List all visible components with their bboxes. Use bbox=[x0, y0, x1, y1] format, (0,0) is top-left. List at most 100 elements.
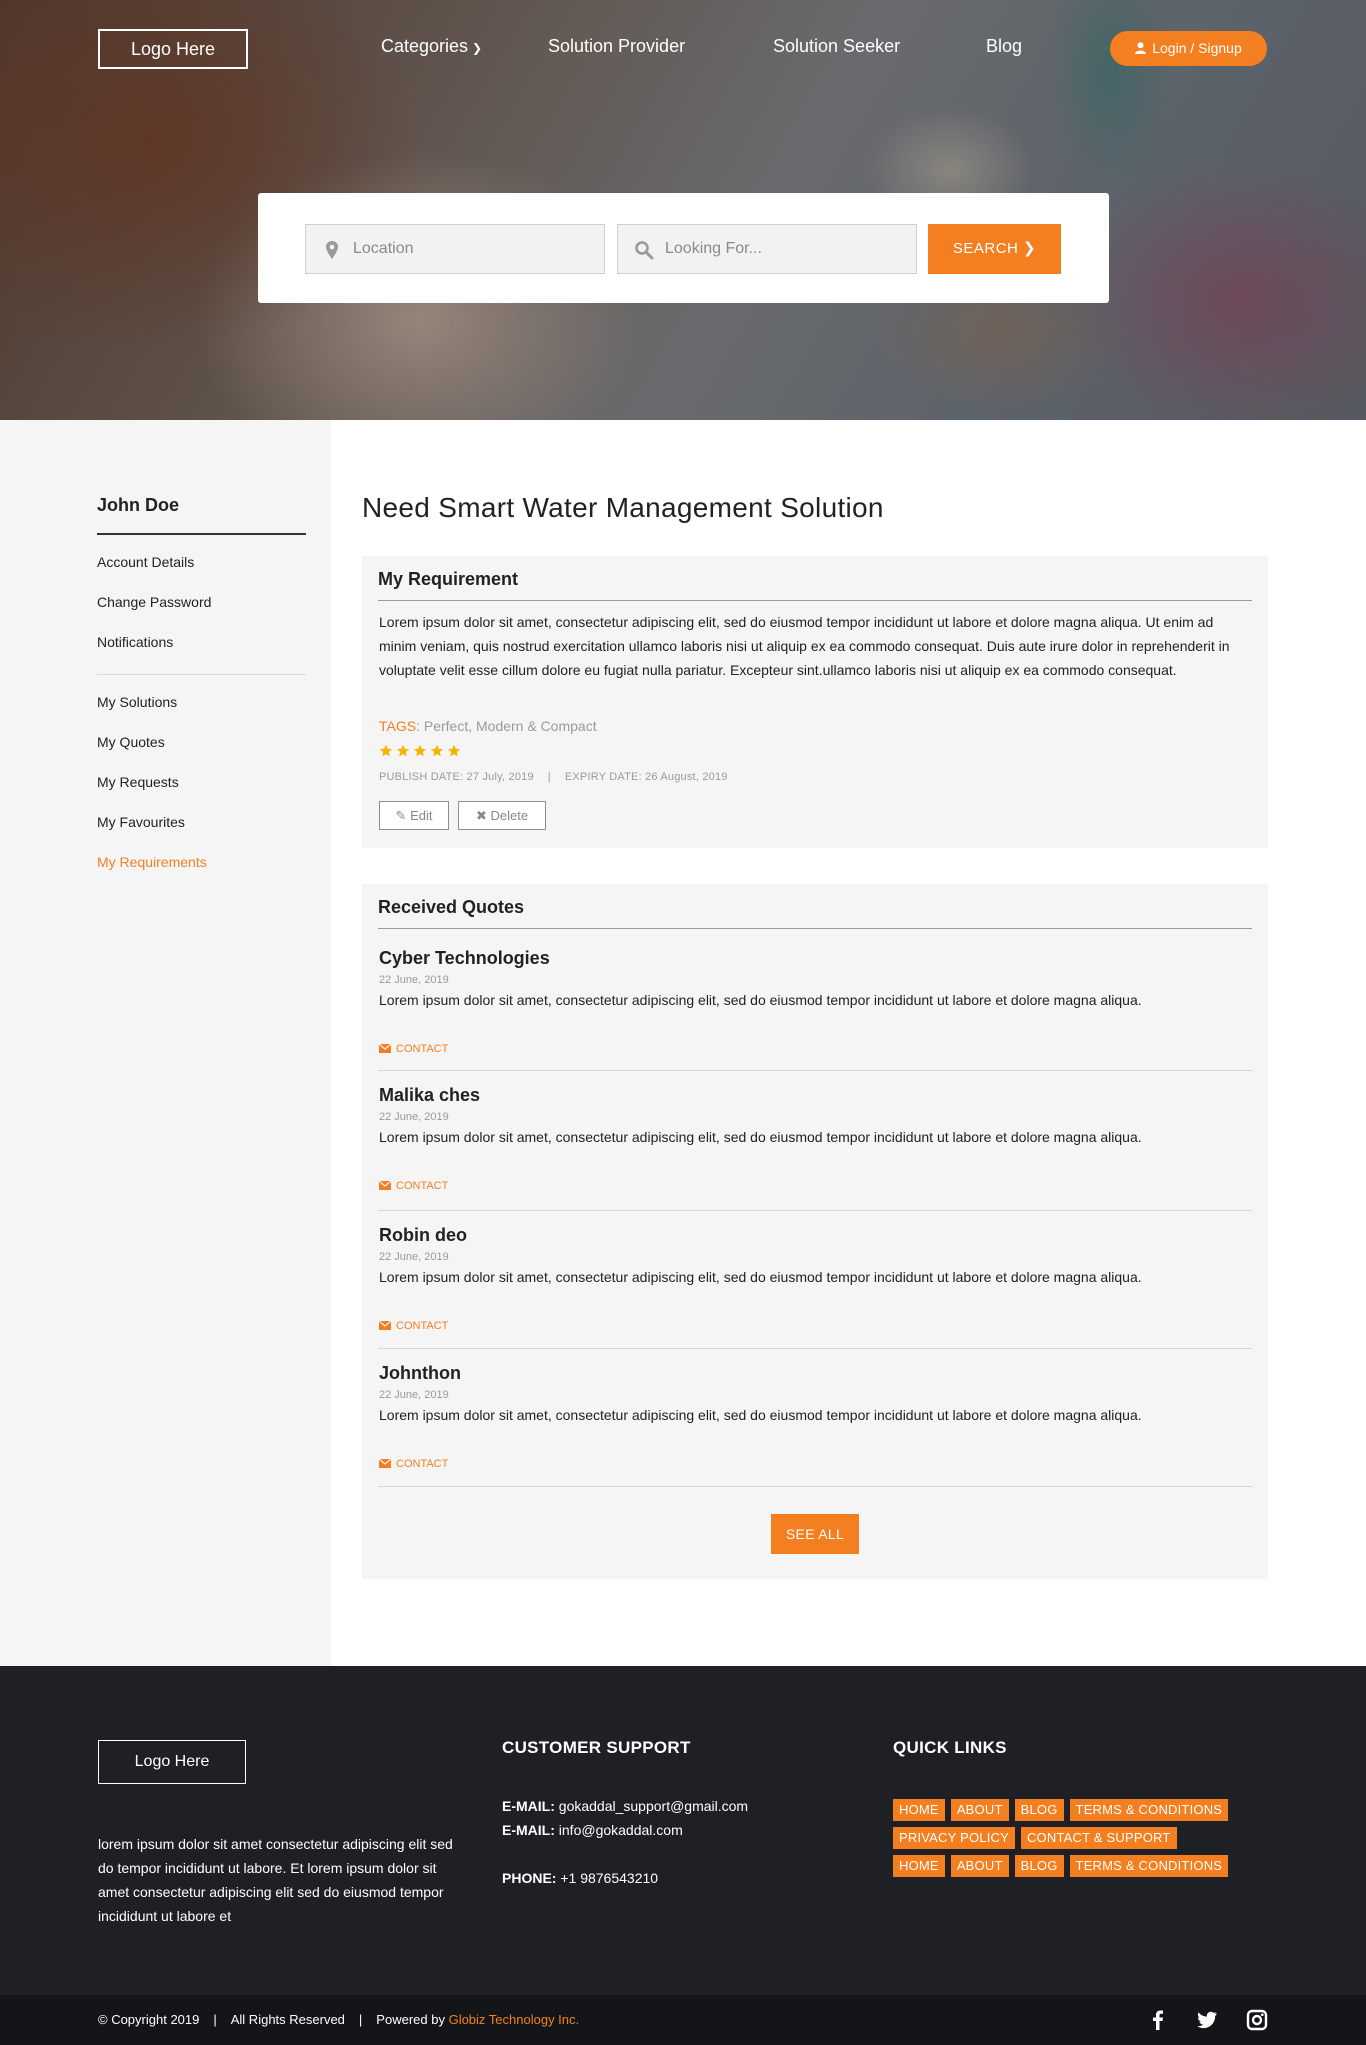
star-icon bbox=[413, 744, 427, 757]
sidebar-item-my-solutions[interactable]: My Solutions bbox=[97, 694, 177, 710]
looking-for-input[interactable] bbox=[665, 225, 905, 273]
login-signup-label: Login / Signup bbox=[1152, 40, 1242, 56]
phone-value[interactable]: +1 9876543210 bbox=[560, 1870, 658, 1886]
copyright: © Copyright 2019 | All Rights Reserved | Pow… bbox=[98, 2012, 579, 2027]
quick-link-about[interactable]: ABOUT bbox=[950, 1855, 1009, 1877]
sidebar-item-my-requests[interactable]: My Requests bbox=[97, 774, 179, 790]
top-navigation: Logo Here Categories ❯ Solution Provider … bbox=[0, 0, 1366, 98]
email-label: E-MAIL: bbox=[502, 1822, 555, 1838]
star-icon bbox=[430, 744, 444, 757]
email-label: E-MAIL: bbox=[502, 1798, 555, 1814]
support-phone: PHONE: +1 9876543210 bbox=[502, 1870, 658, 1886]
requirement-heading: My Requirement bbox=[378, 569, 1252, 601]
quick-link-terms[interactable]: TERMS & CONDITIONS bbox=[1069, 1799, 1229, 1821]
quick-link-contact[interactable]: CONTACT & SUPPORT bbox=[1020, 1827, 1177, 1849]
star-icon bbox=[396, 744, 410, 757]
email-value[interactable]: info@gokaddal.com bbox=[559, 1822, 683, 1838]
star-icon bbox=[379, 744, 393, 757]
divider bbox=[378, 1070, 1252, 1071]
email-value[interactable]: gokaddal_support@gmail.com bbox=[559, 1798, 748, 1814]
quote-company: Cyber Technologies bbox=[379, 948, 550, 968]
quote-company: Johnthon bbox=[379, 1363, 461, 1383]
user-name: John Doe bbox=[97, 495, 180, 515]
login-signup-button[interactable]: Login / Signup bbox=[1110, 31, 1267, 66]
contact-link[interactable]: CONTACT bbox=[378, 1458, 448, 1470]
quick-link-home[interactable]: HOME bbox=[893, 1855, 945, 1877]
location-field[interactable] bbox=[305, 224, 605, 274]
requirement-tags: TAGS: Perfect, Modern & Compact bbox=[379, 718, 597, 734]
quick-link-blog[interactable]: BLOG bbox=[1014, 1855, 1064, 1877]
date-separator: | bbox=[547, 771, 551, 783]
quote-date: 22 June, 2019 bbox=[379, 1251, 449, 1263]
sidebar-item-change-password[interactable]: Change Password bbox=[97, 594, 211, 610]
search-button[interactable]: SEARCH ❯ bbox=[928, 224, 1061, 274]
hero-banner: Logo Here Categories ❯ Solution Provider … bbox=[0, 0, 1366, 420]
quick-link-blog[interactable]: BLOG bbox=[1014, 1799, 1064, 1821]
quote-date: 22 June, 2019 bbox=[379, 1111, 449, 1123]
instagram-icon[interactable] bbox=[1246, 2009, 1268, 2031]
tags-label: TAGS: bbox=[379, 718, 420, 734]
facebook-icon[interactable] bbox=[1147, 2009, 1169, 2031]
contact-link[interactable]: CONTACT bbox=[378, 1180, 448, 1192]
sidebar-item-my-requirements[interactable]: My Requirements bbox=[97, 854, 207, 870]
requirement-description: Lorem ipsum dolor sit amet, consectetur … bbox=[379, 614, 1230, 678]
twitter-icon[interactable] bbox=[1196, 2009, 1218, 2031]
envelope-icon bbox=[378, 1043, 392, 1053]
copyright-text: © Copyright 2019 bbox=[98, 2012, 200, 2027]
quote-date: 22 June, 2019 bbox=[379, 1389, 449, 1401]
divider bbox=[378, 1348, 1252, 1349]
star-icon bbox=[447, 744, 461, 757]
bottom-bar: © Copyright 2019 | All Rights Reserved | Pow… bbox=[0, 1995, 1366, 2045]
edit-label: Edit bbox=[410, 808, 433, 823]
powered-by-text: Powered by bbox=[376, 2012, 445, 2027]
footer: Logo Here lorem ipsum dolor sit amet con… bbox=[0, 1666, 1366, 2045]
separator: | bbox=[213, 2012, 217, 2027]
quote-date: 22 June, 2019 bbox=[379, 974, 449, 986]
looking-for-field[interactable] bbox=[617, 224, 917, 274]
quick-link-about[interactable]: ABOUT bbox=[950, 1799, 1009, 1821]
support-email-2: E-MAIL: info@gokaddal.com bbox=[502, 1822, 683, 1838]
separator: | bbox=[358, 2012, 363, 2027]
nav-solution-seeker[interactable]: Solution Seeker bbox=[773, 36, 900, 57]
sidebar-item-my-favourites[interactable]: My Favourites bbox=[97, 814, 185, 830]
quick-links-row: HOME ABOUT BLOG TERMS & CONDITIONS bbox=[893, 1799, 1229, 1821]
company-link[interactable]: Globiz Technology Inc. bbox=[449, 2012, 580, 2027]
quick-link-privacy[interactable]: PRIVACY POLICY bbox=[893, 1827, 1015, 1849]
contact-link[interactable]: CONTACT bbox=[378, 1320, 449, 1332]
quick-links-heading: QUICK LINKS bbox=[893, 1738, 1007, 1757]
nav-categories[interactable]: Categories ❯ bbox=[381, 36, 482, 57]
quick-link-terms[interactable]: TERMS & CONDITIONS bbox=[1069, 1855, 1229, 1877]
logo[interactable]: Logo Here bbox=[98, 29, 248, 69]
quick-link-home[interactable]: HOME bbox=[893, 1799, 945, 1821]
edit-button[interactable]: ✎ Edit bbox=[379, 801, 449, 830]
requirement-dates: PUBLISH DATE: 27 July, 2019 | EXPIRY DATE:… bbox=[379, 771, 728, 783]
see-all-button[interactable]: SEE ALL bbox=[771, 1514, 859, 1554]
nav-categories-label: Categories bbox=[381, 36, 469, 56]
publish-date: PUBLISH DATE: 27 July, 2019 bbox=[379, 771, 534, 783]
footer-logo[interactable]: Logo Here bbox=[98, 1740, 246, 1784]
account-sidebar: John Doe Account Details Change Password… bbox=[0, 420, 331, 1666]
sidebar-item-notifications[interactable]: Notifications bbox=[97, 634, 173, 650]
nav-solution-provider[interactable]: Solution Provider bbox=[548, 36, 685, 57]
map-pin-icon bbox=[326, 241, 338, 259]
sidebar-item-account-details[interactable]: Account Details bbox=[97, 554, 194, 570]
delete-button[interactable]: ✖ Delete bbox=[458, 801, 546, 830]
received-quotes-panel: Received Quotes Cyber Technologies 22 Ju… bbox=[362, 884, 1268, 1579]
contact-link[interactable]: CONTACT bbox=[378, 1043, 448, 1055]
quote-text: Lorem ipsum dolor sit amet, consectetur … bbox=[379, 1129, 1142, 1145]
chevron-right-icon: ❯ bbox=[1023, 240, 1037, 257]
quick-links-row: HOME ABOUT BLOG TERMS & CONDITIONS bbox=[893, 1855, 1229, 1877]
pencil-icon: ✎ bbox=[395, 808, 407, 823]
rights-text: All Rights Reserved bbox=[230, 2012, 345, 2027]
footer-about-text: lorem ipsum dolor sit amet consectetur a… bbox=[98, 1836, 453, 1924]
delete-label: Delete bbox=[490, 808, 529, 823]
main-area: John Doe Account Details Change Password… bbox=[0, 420, 1366, 1666]
received-quotes-heading: Received Quotes bbox=[378, 897, 1252, 929]
contact-label: CONTACT bbox=[396, 1320, 449, 1332]
nav-blog[interactable]: Blog bbox=[986, 36, 1022, 57]
quick-links-row: PRIVACY POLICY CONTACT & SUPPORT bbox=[893, 1827, 1177, 1849]
tags-value: Perfect, Modern & Compact bbox=[423, 718, 597, 734]
close-icon: ✖ bbox=[475, 808, 487, 823]
sidebar-item-my-quotes[interactable]: My Quotes bbox=[97, 734, 165, 750]
location-input[interactable] bbox=[353, 225, 593, 273]
